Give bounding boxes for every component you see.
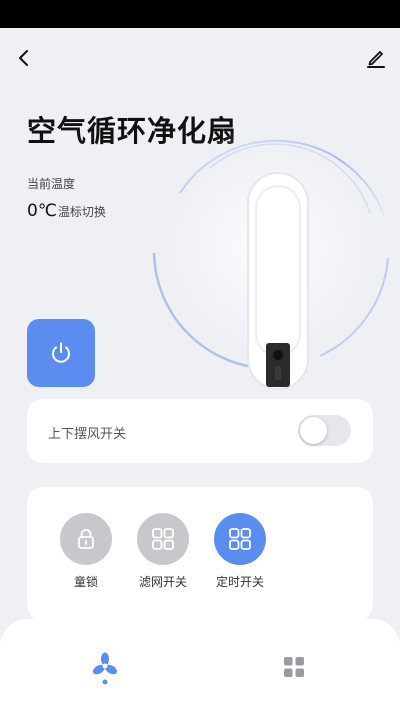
apps-grid-icon (284, 657, 304, 677)
temperature-row: 0℃ 温标切换 (27, 201, 106, 221)
temperature-label: 当前温度 (27, 177, 76, 191)
status-bar (0, 0, 400, 28)
temperature-value: 0℃ (27, 201, 57, 221)
toggle-knob (300, 417, 327, 444)
feature-icon-circle (60, 513, 112, 565)
power-icon (52, 342, 70, 363)
feature-label: 滤网开关 (138, 575, 187, 589)
swing-toggle[interactable] (298, 415, 351, 446)
feature-icon-circle (214, 513, 266, 565)
swing-card: 上下摆风开关 (27, 399, 373, 463)
timer-switch-button[interactable]: 定时开关 (205, 513, 275, 590)
feature-label: 童锁 (73, 575, 98, 589)
feature-icon-circle (137, 513, 189, 565)
lock-icon (78, 529, 94, 549)
bottom-nav (0, 619, 400, 711)
chevron-left-icon (19, 50, 28, 66)
grid-icon (229, 528, 251, 550)
filter-switch-button[interactable]: 滤网开关 (128, 513, 198, 590)
child-lock-button[interactable]: 童锁 (51, 513, 121, 590)
back-button[interactable] (10, 44, 38, 72)
swing-label: 上下摆风开关 (48, 427, 127, 442)
fan-device-illustration (150, 128, 390, 390)
nav-apps-tab[interactable] (274, 647, 314, 687)
feature-label: 定时开关 (215, 575, 264, 589)
fan-icon (92, 652, 118, 685)
unit-toggle-button[interactable]: 温标切换 (58, 203, 106, 220)
power-button[interactable] (27, 319, 95, 387)
pencil-icon (367, 51, 385, 68)
features-card: 童锁 滤网开关 定时开关 (27, 487, 373, 621)
nav-fan-tab[interactable] (85, 649, 125, 689)
grid-icon (152, 528, 174, 550)
edit-button[interactable] (362, 44, 390, 72)
